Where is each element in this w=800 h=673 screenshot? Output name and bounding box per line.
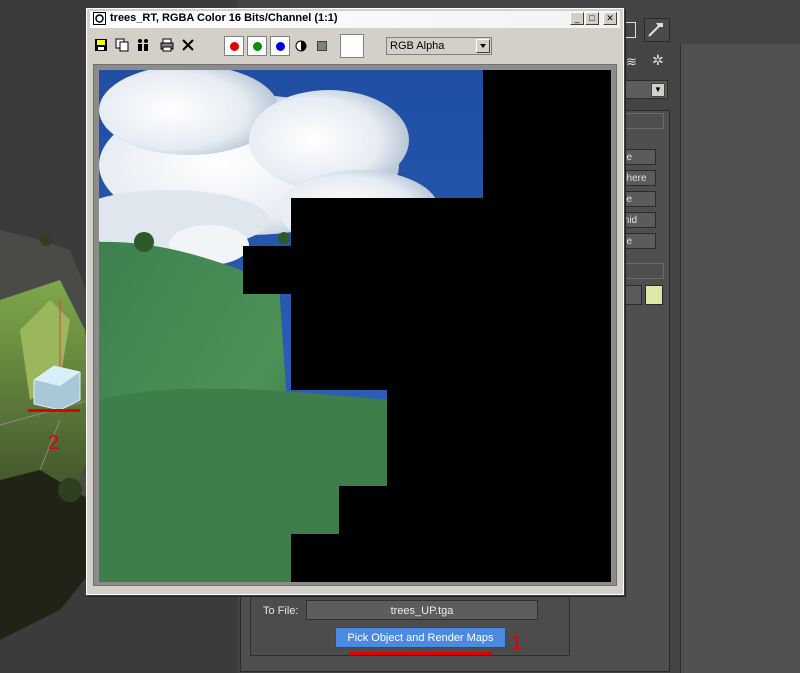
- rendered-image[interactable]: [99, 70, 611, 582]
- rendered-image-content: [99, 70, 611, 582]
- color-swatch-light[interactable]: [645, 285, 663, 305]
- app-icon: [93, 12, 106, 25]
- channel-dropdown-value: RGB Alpha: [390, 40, 445, 52]
- annotation-underline-2: [28, 409, 80, 412]
- maximize-button[interactable]: □: [585, 12, 599, 25]
- blue-channel-toggle[interactable]: [270, 36, 290, 56]
- color-swatch[interactable]: [340, 34, 364, 58]
- hammer-icon[interactable]: [644, 18, 670, 42]
- window-title: trees_RT, RGBA Color 16 Bits/Channel (1:…: [110, 12, 338, 24]
- channel-dropdown[interactable]: RGB Alpha: [386, 37, 492, 55]
- clear-icon[interactable]: [181, 38, 195, 52]
- to-file-label: To File:: [263, 605, 299, 617]
- space-warps-icon[interactable]: ≋: [626, 54, 637, 70]
- command-panel: [680, 44, 800, 673]
- annotation-underline-1: [350, 652, 492, 655]
- print-icon[interactable]: [160, 38, 174, 52]
- copy-icon[interactable]: [115, 38, 129, 52]
- close-button[interactable]: ✕: [603, 12, 617, 25]
- chevron-down-icon: [476, 39, 490, 53]
- annotation-marker-2: 2: [48, 432, 60, 454]
- annotation-marker-1: 1: [511, 632, 523, 654]
- minimize-button[interactable]: _: [570, 12, 584, 25]
- rollout-header: [622, 113, 664, 129]
- category-dropdown[interactable]: ▼: [624, 80, 668, 99]
- monochrome-icon[interactable]: [295, 40, 309, 54]
- to-file-field[interactable]: trees_UP.tga: [306, 600, 538, 620]
- clone-icon[interactable]: [136, 38, 150, 52]
- systems-icon[interactable]: ✲: [652, 52, 664, 69]
- red-channel-toggle[interactable]: [224, 36, 244, 56]
- pick-object-render-maps-button[interactable]: Pick Object and Render Maps: [335, 627, 506, 648]
- save-icon[interactable]: [94, 38, 108, 52]
- clear-alpha-icon[interactable]: [317, 41, 331, 55]
- green-channel-toggle[interactable]: [247, 36, 267, 56]
- rollout-header-2: [622, 263, 664, 279]
- color-swatch-dark[interactable]: [624, 285, 642, 305]
